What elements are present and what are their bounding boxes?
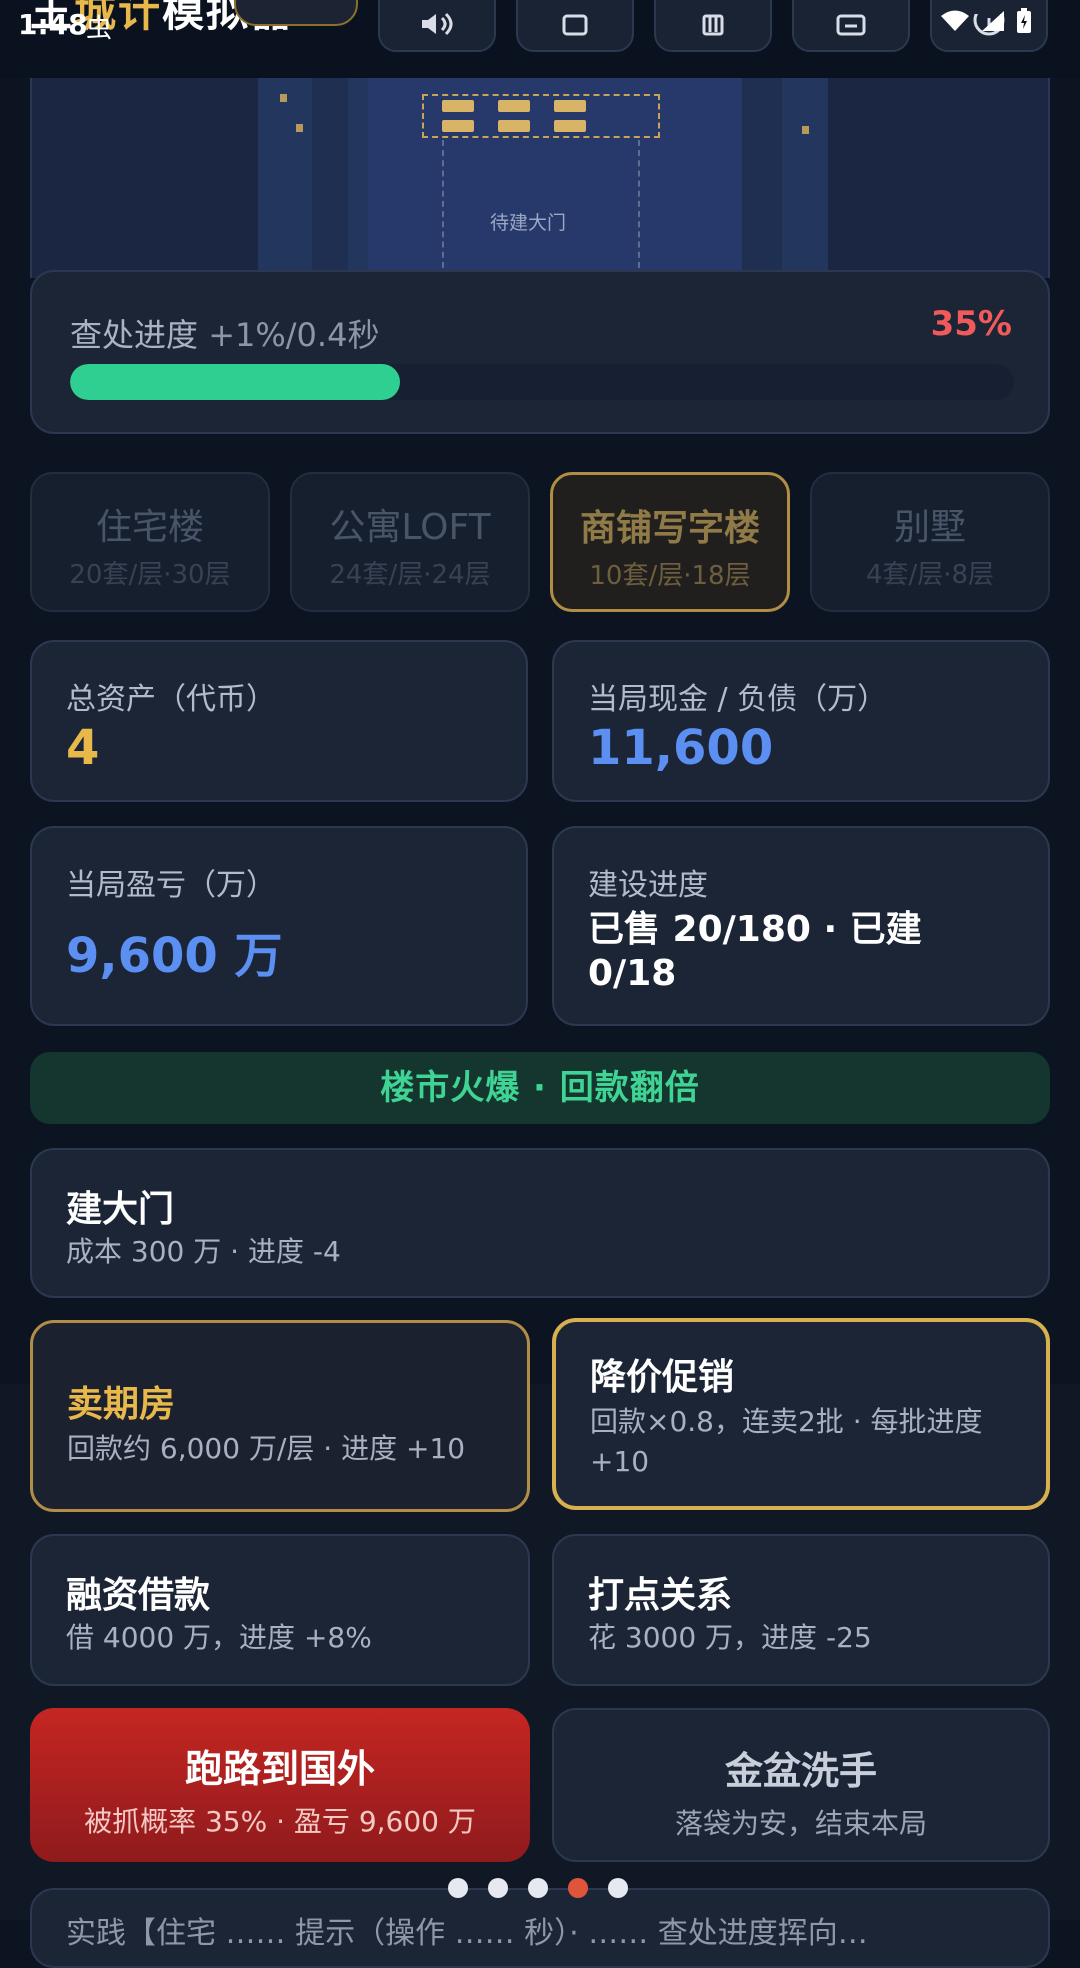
page-dot[interactable]	[488, 1878, 508, 1898]
tab-name: 商铺写字楼	[579, 508, 760, 549]
cash-debt-value: 11,600	[588, 720, 774, 776]
tab-name: 别墅	[893, 507, 966, 548]
sign-block	[498, 100, 530, 112]
window-light	[280, 94, 287, 102]
action-desc: 花 3000 万，进度 -25	[588, 1621, 872, 1654]
window-light	[296, 124, 303, 132]
sound-button[interactable]	[378, 0, 496, 52]
shop-button[interactable]	[516, 0, 634, 52]
page-dot[interactable]	[608, 1878, 628, 1898]
sign-block	[442, 100, 474, 112]
stat-label: 当局现金 / 负债（万）	[588, 682, 888, 717]
investigation-progress-card: 查处进度 +1%/0.4秒 35%	[30, 270, 1050, 434]
flee-abroad-button[interactable]: 跑路到国外 被抓概率 35% · 盈亏 9,600 万	[30, 1708, 530, 1862]
battery-icon	[1017, 8, 1031, 33]
action-title: 融资借款	[66, 1575, 211, 1616]
sign-block	[498, 120, 530, 132]
action-title: 跑路到国外	[184, 1747, 375, 1791]
presale-button[interactable]: 卖期房 回款约 6,000 万/层 · 进度 +10	[30, 1320, 530, 1512]
cash-debt-card: 当局现金 / 负债（万） 11,600	[552, 640, 1050, 802]
signal-icon	[982, 11, 1004, 31]
peek-text: 实践【住宅 …… 提示（操作 …… 秒）· …… 查处进度挥向…	[66, 1916, 868, 1951]
retire-button[interactable]: 金盆洗手 落袋为安，结束本局	[552, 1708, 1050, 1862]
action-desc: 被抓概率 35% · 盈亏 9,600 万	[84, 1805, 476, 1838]
action-title: 建大门	[66, 1189, 175, 1230]
building-pillar-left	[312, 78, 348, 278]
action-desc: 成本 300 万 · 进度 -4	[66, 1235, 341, 1268]
build-progress-value: 已售 20/180 · 已建 0/18	[588, 909, 922, 994]
debug-notification-icon: 虫	[86, 14, 113, 44]
top-bar: 王城计模拟器 1:48 虫	[0, 0, 1080, 78]
tab-sub: 4套/层·8层	[865, 560, 995, 590]
bribe-button[interactable]: 打点关系 花 3000 万，进度 -25	[552, 1534, 1050, 1686]
progress-bar-fill	[70, 364, 401, 400]
title-badge	[234, 0, 358, 26]
gate-label: 待建大门	[490, 212, 567, 234]
shop-icon	[562, 14, 588, 36]
stat-label: 当局盈亏（万）	[66, 868, 276, 903]
action-title: 卖期房	[67, 1384, 176, 1425]
next-card-peek: 实践【住宅 …… 提示（操作 …… 秒）· …… 查处进度挥向…	[30, 1888, 1050, 1968]
page-dot[interactable]	[568, 1878, 588, 1898]
tab-name: 住宅楼	[95, 507, 204, 548]
gate-outline	[638, 140, 640, 278]
profit-card: 当局盈亏（万） 9,600 万	[30, 826, 528, 1026]
window-light	[802, 126, 809, 134]
tab-loft[interactable]: 公寓LOFT 24套/层·24层	[290, 472, 530, 612]
sign-block	[442, 120, 474, 132]
tab-commercial[interactable]: 商铺写字楼 10套/层·18层	[550, 472, 790, 612]
wifi-icon	[941, 10, 969, 31]
gate-outline	[442, 140, 444, 278]
progress-label: 查处进度 +1%/0.4秒	[70, 310, 379, 356]
trash-icon	[702, 14, 724, 36]
profit-value: 9,600 万	[66, 928, 283, 984]
total-assets-value: 4	[66, 720, 100, 776]
speaker-icon	[422, 12, 453, 36]
tab-sub: 20套/层·30层	[69, 560, 231, 590]
build-progress-card: 建设进度 已售 20/180 · 已建 0/18	[552, 826, 1050, 1026]
action-desc: 回款约 6,000 万/层 · 进度 +10	[67, 1432, 466, 1465]
tab-sub: 24套/层·24层	[329, 560, 491, 590]
construction-scene: 待建大门	[30, 78, 1050, 278]
action-title: 打点关系	[588, 1575, 733, 1616]
tab-sub: 10套/层·18层	[589, 561, 751, 591]
total-assets-card: 总资产（代币） 4	[30, 640, 528, 802]
market-banner: 楼市火爆 · 回款翻倍	[30, 1052, 1050, 1124]
tab-villa[interactable]: 别墅 4套/层·8层	[810, 472, 1050, 612]
sign-block	[554, 120, 586, 132]
stat-label: 总资产（代币）	[66, 682, 276, 717]
build-gate-button[interactable]: 建大门 成本 300 万 · 进度 -4	[30, 1148, 1050, 1298]
page-dot[interactable]	[528, 1878, 548, 1898]
status-time: 1:48	[18, 8, 88, 41]
page-dot[interactable]	[448, 1878, 468, 1898]
stat-label: 建设进度	[588, 868, 708, 903]
building-pillar-right	[742, 78, 782, 278]
progress-label-text: 查处进度	[70, 316, 199, 354]
save-button[interactable]	[792, 0, 910, 52]
action-title: 金盆洗手	[724, 1749, 877, 1793]
action-desc: 回款×0.8，连卖2批 · 每批进度 +10	[590, 1405, 983, 1478]
save-icon	[836, 14, 866, 36]
action-desc: 落袋为安，结束本局	[674, 1807, 927, 1840]
tab-residential[interactable]: 住宅楼 20套/层·30层	[30, 472, 270, 612]
progress-rate: +1%/0.4秒	[208, 316, 380, 354]
discount-sale-button[interactable]: 降价促销 回款×0.8，连卖2批 · 每批进度 +10	[552, 1318, 1050, 1510]
loan-button[interactable]: 融资借款 借 4000 万，进度 +8%	[30, 1534, 530, 1686]
action-title: 降价促销	[590, 1357, 735, 1398]
progress-bar	[70, 364, 1014, 400]
action-desc: 借 4000 万，进度 +8%	[66, 1621, 372, 1654]
status-icons	[940, 8, 1032, 34]
sign-block	[554, 100, 586, 112]
tab-name: 公寓LOFT	[329, 507, 491, 548]
delete-button[interactable]	[654, 0, 772, 52]
page-indicator[interactable]	[448, 1878, 628, 1898]
progress-percent: 35%	[930, 304, 1012, 344]
